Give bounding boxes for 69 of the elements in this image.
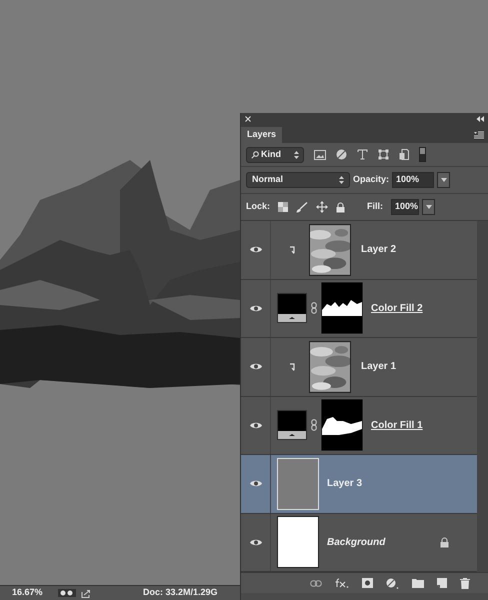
lock-label: Lock:: [246, 200, 270, 214]
layer-row[interactable]: Layer 1: [241, 338, 477, 396]
new-layer-icon[interactable]: [437, 578, 447, 588]
layer-name: Color Fill 1: [371, 418, 423, 433]
brush-icon[interactable]: [296, 202, 308, 212]
circle-icon[interactable]: [336, 149, 347, 160]
fill-layer-icon: [277, 410, 307, 440]
eye-icon[interactable]: [248, 538, 262, 547]
share-icon[interactable]: [81, 588, 91, 598]
eye-icon[interactable]: [248, 245, 262, 254]
fill-dropdown[interactable]: [422, 199, 435, 215]
layer-name: Layer 2: [361, 243, 396, 258]
eye-icon[interactable]: [248, 304, 262, 313]
layer-thumbnail: [277, 458, 319, 510]
layer-name: Layer 3: [327, 477, 362, 492]
collapse-icon[interactable]: [476, 116, 484, 122]
move-icon[interactable]: [316, 201, 328, 213]
menu-icon[interactable]: [474, 131, 484, 139]
mask-thumbnail: [321, 282, 363, 334]
filter-dropdown[interactable]: Kind: [246, 146, 304, 162]
layer-row[interactable]: Background: [241, 514, 477, 572]
transform-icon[interactable]: [378, 149, 389, 160]
fill-layer-icon: [277, 293, 307, 324]
clip-arrow-icon: [289, 246, 295, 254]
stepper-icon: [339, 176, 344, 184]
type-icon[interactable]: [357, 149, 368, 160]
opacity-field[interactable]: 100%: [392, 172, 434, 188]
checkerboard-icon[interactable]: [278, 202, 288, 212]
adjustment-icon[interactable]: [386, 578, 399, 588]
link-icon: [311, 302, 317, 314]
filter-toggle[interactable]: [419, 147, 426, 162]
mask-icon[interactable]: [362, 578, 373, 588]
fill-field[interactable]: 100%: [391, 199, 419, 215]
document-size: Doc: 33.2M/1.29G: [143, 586, 218, 600]
clip-arrow-icon: [289, 362, 295, 371]
mask-thumbnail: [321, 399, 363, 452]
caret-icon: [426, 205, 432, 209]
opacity-label: Opacity:: [353, 173, 390, 186]
layer-row[interactable]: Layer 3: [241, 455, 477, 514]
preview-icon[interactable]: [58, 589, 76, 597]
effects-icon[interactable]: [335, 578, 349, 588]
scrollbar-track[interactable]: [477, 221, 488, 572]
close-icon[interactable]: [245, 116, 251, 122]
link-icon[interactable]: [310, 580, 322, 586]
opacity-dropdown[interactable]: [437, 172, 450, 188]
layer-thumbnail: [277, 516, 319, 568]
layer-row[interactable]: Color Fill 2: [241, 280, 477, 338]
lock-icon[interactable]: [336, 202, 346, 212]
smart-object-icon[interactable]: [399, 149, 409, 160]
layer-name: Color Fill 2: [371, 302, 423, 316]
trash-icon[interactable]: [460, 578, 470, 588]
layer-row[interactable]: Color Fill 1: [241, 396, 477, 455]
link-icon: [311, 419, 317, 432]
image-icon[interactable]: [314, 150, 326, 160]
blend-mode-dropdown[interactable]: Normal: [246, 172, 350, 188]
resize-grip[interactable]: [241, 593, 488, 600]
layer-name: Layer 1: [361, 360, 396, 374]
eye-icon[interactable]: [248, 362, 262, 372]
caret-icon: [440, 178, 447, 182]
search-icon: [251, 150, 259, 158]
layers-tab[interactable]: Layers: [241, 127, 282, 143]
eye-icon[interactable]: [248, 479, 262, 488]
stepper-icon: [294, 150, 299, 158]
layer-row[interactable]: Layer 2: [241, 221, 477, 280]
fill-label: Fill:: [367, 200, 383, 214]
eye-icon[interactable]: [248, 420, 262, 430]
folder-icon[interactable]: [412, 578, 424, 588]
layer-name: Background: [327, 536, 386, 550]
zoom-level: 16.67%: [12, 586, 44, 600]
